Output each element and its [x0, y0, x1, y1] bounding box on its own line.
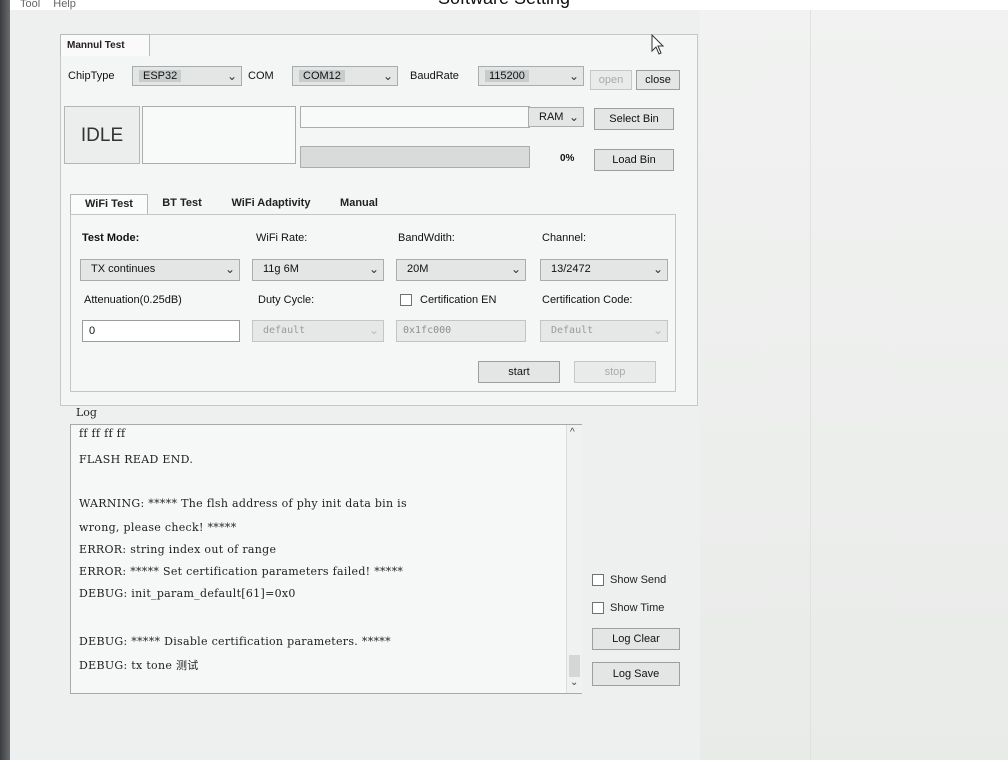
attenuation-label: Attenuation(0.25dB) [84, 294, 182, 306]
log-line: DEBUG: init_param_default[61]=0x0 [79, 587, 296, 600]
chevron-down-icon: ⌄ [368, 262, 379, 276]
com-value: COM12 [299, 70, 345, 82]
log-line: FLASH READ END. [79, 453, 194, 466]
menu-bar: Tool Help [20, 0, 86, 10]
log-output[interactable]: ff ff ff ff FLASH READ END. WARNING: ***… [70, 424, 582, 694]
memory-select[interactable]: RAM ⌄ [528, 107, 584, 127]
certification-code-label: Certification Code: [542, 294, 633, 306]
status-detail-box [142, 106, 296, 164]
baudrate-value: 115200 [485, 70, 529, 82]
bandwidth-select[interactable]: 20M ⌄ [396, 259, 526, 281]
log-line: ff ff ff ff [79, 427, 126, 440]
log-label: Log [76, 406, 97, 419]
log-line: ERROR: string index out of range [79, 543, 277, 556]
stop-button[interactable]: stop [574, 361, 656, 383]
load-bin-button[interactable]: Load Bin [594, 149, 674, 171]
chevron-down-icon: ⌄ [568, 110, 579, 124]
chevron-down-icon: ⌄ [568, 69, 579, 83]
chevron-down-icon: ⌄ [510, 262, 521, 276]
bandwidth-value: 20M [407, 263, 429, 275]
scroll-down-arrow-icon[interactable]: ⌄ [570, 677, 578, 688]
chevron-down-icon: ⌄ [652, 262, 663, 276]
log-line: DEBUG: ***** Disable certification param… [79, 635, 391, 648]
show-time-label: Show Time [610, 602, 665, 614]
test-mode-value: TX continues [91, 263, 156, 275]
wifi-rate-label: WiFi Rate: [256, 232, 308, 244]
chevron-down-icon: ⌄ [368, 323, 379, 337]
log-line: WARNING: ***** The flsh address of phy i… [79, 497, 407, 510]
certification-code-select[interactable]: Default ⌄ [540, 320, 668, 342]
wifi-rate-value: 11g 6M [263, 263, 299, 275]
test-mode-select[interactable]: TX continues ⌄ [80, 259, 240, 281]
scroll-up-arrow-icon[interactable]: ^ [570, 427, 575, 438]
tab-manual[interactable]: Manual [330, 194, 388, 214]
window-title: Software Setting [0, 0, 1008, 9]
certification-en-checkbox[interactable] [400, 294, 412, 306]
log-save-button[interactable]: Log Save [592, 662, 680, 686]
tab-bt-test[interactable]: BT Test [152, 194, 212, 214]
chevron-down-icon: ⌄ [382, 69, 393, 83]
test-mode-label: Test Mode: [82, 232, 140, 244]
scrollbar-thumb[interactable] [569, 655, 580, 677]
tab-mannul-test[interactable]: Mannul Test [60, 34, 150, 56]
log-line: wrong, please check! ***** [79, 521, 237, 534]
bandwidth-label: BandWdith: [398, 232, 455, 244]
certification-address-input[interactable]: 0x1fc000 [396, 320, 526, 342]
log-scrollbar[interactable]: ^ ⌄ [566, 425, 582, 693]
com-select[interactable]: COM12 ⌄ [292, 66, 398, 86]
show-send-checkbox[interactable] [592, 574, 604, 586]
open-button[interactable]: open [590, 70, 632, 90]
channel-value: 13/2472 [551, 263, 591, 275]
duty-cycle-value: default [263, 325, 306, 336]
duty-cycle-select[interactable]: default ⌄ [252, 320, 384, 342]
chiptype-select[interactable]: ESP32 ⌄ [132, 66, 242, 86]
chevron-down-icon: ⌄ [652, 323, 663, 337]
close-button[interactable]: close [636, 70, 680, 90]
log-line: ERROR: ***** Set certification parameter… [79, 565, 404, 578]
start-button[interactable]: start [478, 361, 560, 383]
background-surface [700, 10, 1008, 760]
com-label: COM [248, 70, 274, 82]
duty-cycle-label: Duty Cycle: [258, 294, 315, 306]
show-time-checkbox[interactable] [592, 602, 604, 614]
mouse-cursor-icon [651, 34, 665, 55]
menu-tool[interactable]: Tool [20, 0, 40, 10]
channel-select[interactable]: 13/2472 ⌄ [540, 259, 668, 281]
tab-wifi-test[interactable]: WiFi Test [70, 194, 148, 214]
baudrate-label: BaudRate [410, 70, 459, 82]
certification-en-label: Certification EN [420, 294, 497, 306]
certification-code-value: Default [551, 325, 594, 336]
baudrate-select[interactable]: 115200 ⌄ [478, 66, 584, 86]
show-send-label: Show Send [610, 574, 667, 586]
chevron-down-icon: ⌄ [224, 262, 235, 276]
select-bin-button[interactable]: Select Bin [594, 108, 674, 130]
status-indicator: IDLE [64, 106, 140, 164]
wifi-rate-select[interactable]: 11g 6M ⌄ [252, 259, 384, 281]
window-frame-edge [0, 0, 10, 760]
log-line: DEBUG: tx tone 测试 [79, 659, 199, 672]
channel-label: Channel: [542, 232, 587, 244]
log-clear-button[interactable]: Log Clear [592, 628, 680, 650]
chevron-down-icon: ⌄ [226, 69, 237, 83]
attenuation-input[interactable]: 0 [82, 320, 240, 342]
menu-help[interactable]: Help [53, 0, 76, 10]
load-progress-bar [300, 146, 530, 168]
chiptype-label: ChipType [68, 70, 115, 82]
bin-path-field[interactable] [300, 106, 530, 128]
tab-wifi-adaptivity[interactable]: WiFi Adaptivity [222, 194, 320, 214]
progress-percent: 0% [560, 153, 575, 164]
memory-value: RAM [539, 111, 564, 123]
chiptype-value: ESP32 [139, 70, 182, 82]
